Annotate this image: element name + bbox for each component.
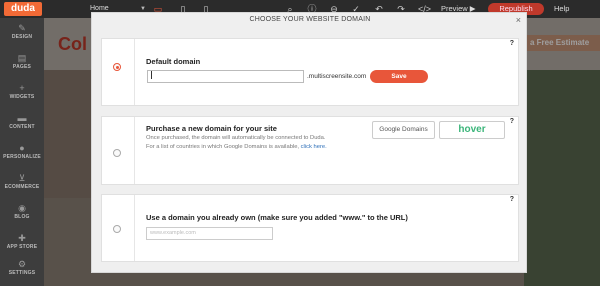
- folder-icon: ▬: [17, 113, 27, 123]
- chat-icon: ◉: [18, 203, 26, 213]
- sidebar-item-label: DESIGN: [11, 34, 33, 40]
- sidebar-item-blog[interactable]: ◉ BLOG: [0, 202, 44, 232]
- own-domain-title: Use a domain you already own (make sure …: [146, 213, 408, 222]
- puzzle-icon: ✚: [18, 233, 26, 243]
- domain-modal: CHOOSE YOUR WEBSITE DOMAIN × ? Default d…: [91, 12, 527, 273]
- gear-icon: ⚙: [17, 259, 27, 269]
- radio-column: [102, 195, 135, 261]
- own-domain-radio[interactable]: [113, 225, 121, 233]
- sidebar-item-label: BLOG: [14, 214, 30, 220]
- help-icon[interactable]: ?: [510, 40, 514, 47]
- hover-label: hover: [458, 124, 486, 135]
- purchase-domain-radio[interactable]: [113, 149, 121, 157]
- radio-column: [102, 39, 135, 105]
- countries-link[interactable]: click here.: [301, 144, 327, 150]
- own-domain-input[interactable]: www.example.com: [146, 227, 273, 240]
- cart-icon: ⊻: [18, 173, 26, 183]
- pages-icon: ▤: [17, 53, 27, 63]
- text-cursor: [151, 71, 152, 80]
- close-icon[interactable]: ×: [516, 15, 521, 25]
- google-domains-button[interactable]: Google Domains: [372, 121, 435, 139]
- save-button[interactable]: Save: [370, 70, 428, 83]
- sidebar-item-label: CONTENT: [9, 124, 35, 130]
- default-domain-card[interactable]: ? Default domain .multiscreensite.com Sa…: [101, 38, 519, 106]
- sidebar-item-label: PAGES: [12, 64, 32, 70]
- duda-logo: duda: [4, 2, 42, 16]
- purchase-description-text: For a list of countries in which Google …: [146, 144, 301, 150]
- page-select-value: Home: [90, 5, 109, 12]
- purchase-domain-card[interactable]: ? Purchase a new domain for your site On…: [101, 116, 519, 185]
- domain-suffix: .multiscreensite.com: [307, 73, 367, 80]
- purchase-description-line1: Once purchased, the domain will automati…: [146, 135, 326, 141]
- sidebar-item-label: ECOMMERCE: [4, 184, 40, 190]
- help-icon[interactable]: ?: [510, 196, 514, 203]
- default-domain-title: Default domain: [146, 57, 201, 66]
- subdomain-input[interactable]: [147, 70, 304, 83]
- sidebar-item-settings[interactable]: ⚙ SETTINGS: [0, 258, 44, 286]
- sidebar-item-label: APP STORE: [6, 244, 38, 250]
- own-domain-card[interactable]: ? Use a domain you already own (make sur…: [101, 194, 519, 262]
- purchase-description-line2: For a list of countries in which Google …: [146, 143, 327, 152]
- editor-sidebar: ✎ DESIGN ▤ PAGES + WIDGETS ▬ CONTENT ● P…: [0, 18, 44, 286]
- sidebar-item-pages[interactable]: ▤ PAGES: [0, 52, 44, 82]
- modal-title: CHOOSE YOUR WEBSITE DOMAIN: [249, 16, 371, 23]
- sidebar-item-ecommerce[interactable]: ⊻ ECOMMERCE: [0, 172, 44, 202]
- sidebar-item-label: SETTINGS: [8, 270, 36, 276]
- sidebar-item-label: PERSONALIZE: [3, 154, 41, 160]
- sidebar-item-personalize[interactable]: ● PERSONALIZE: [0, 142, 44, 172]
- sidebar-item-content[interactable]: ▬ CONTENT: [0, 112, 44, 142]
- sidebar-item-widgets[interactable]: + WIDGETS: [0, 82, 44, 112]
- purchase-description: Once purchased, the domain will automati…: [146, 134, 327, 152]
- brush-icon: ✎: [18, 23, 26, 33]
- person-icon: ●: [19, 143, 25, 153]
- radio-column: [102, 117, 135, 184]
- own-domain-placeholder: www.example.com: [150, 230, 196, 236]
- purchase-domain-title: Purchase a new domain for your site: [146, 124, 277, 133]
- default-domain-radio[interactable]: [113, 63, 121, 71]
- help-link[interactable]: Help: [554, 3, 569, 15]
- hover-button[interactable]: hover: [439, 121, 505, 139]
- sidebar-item-label: WIDGETS: [9, 94, 35, 100]
- google-domains-label: Google Domains: [379, 126, 428, 133]
- sidebar-item-design[interactable]: ✎ DESIGN: [0, 22, 44, 52]
- plus-icon: +: [19, 83, 25, 93]
- help-icon[interactable]: ?: [510, 118, 514, 125]
